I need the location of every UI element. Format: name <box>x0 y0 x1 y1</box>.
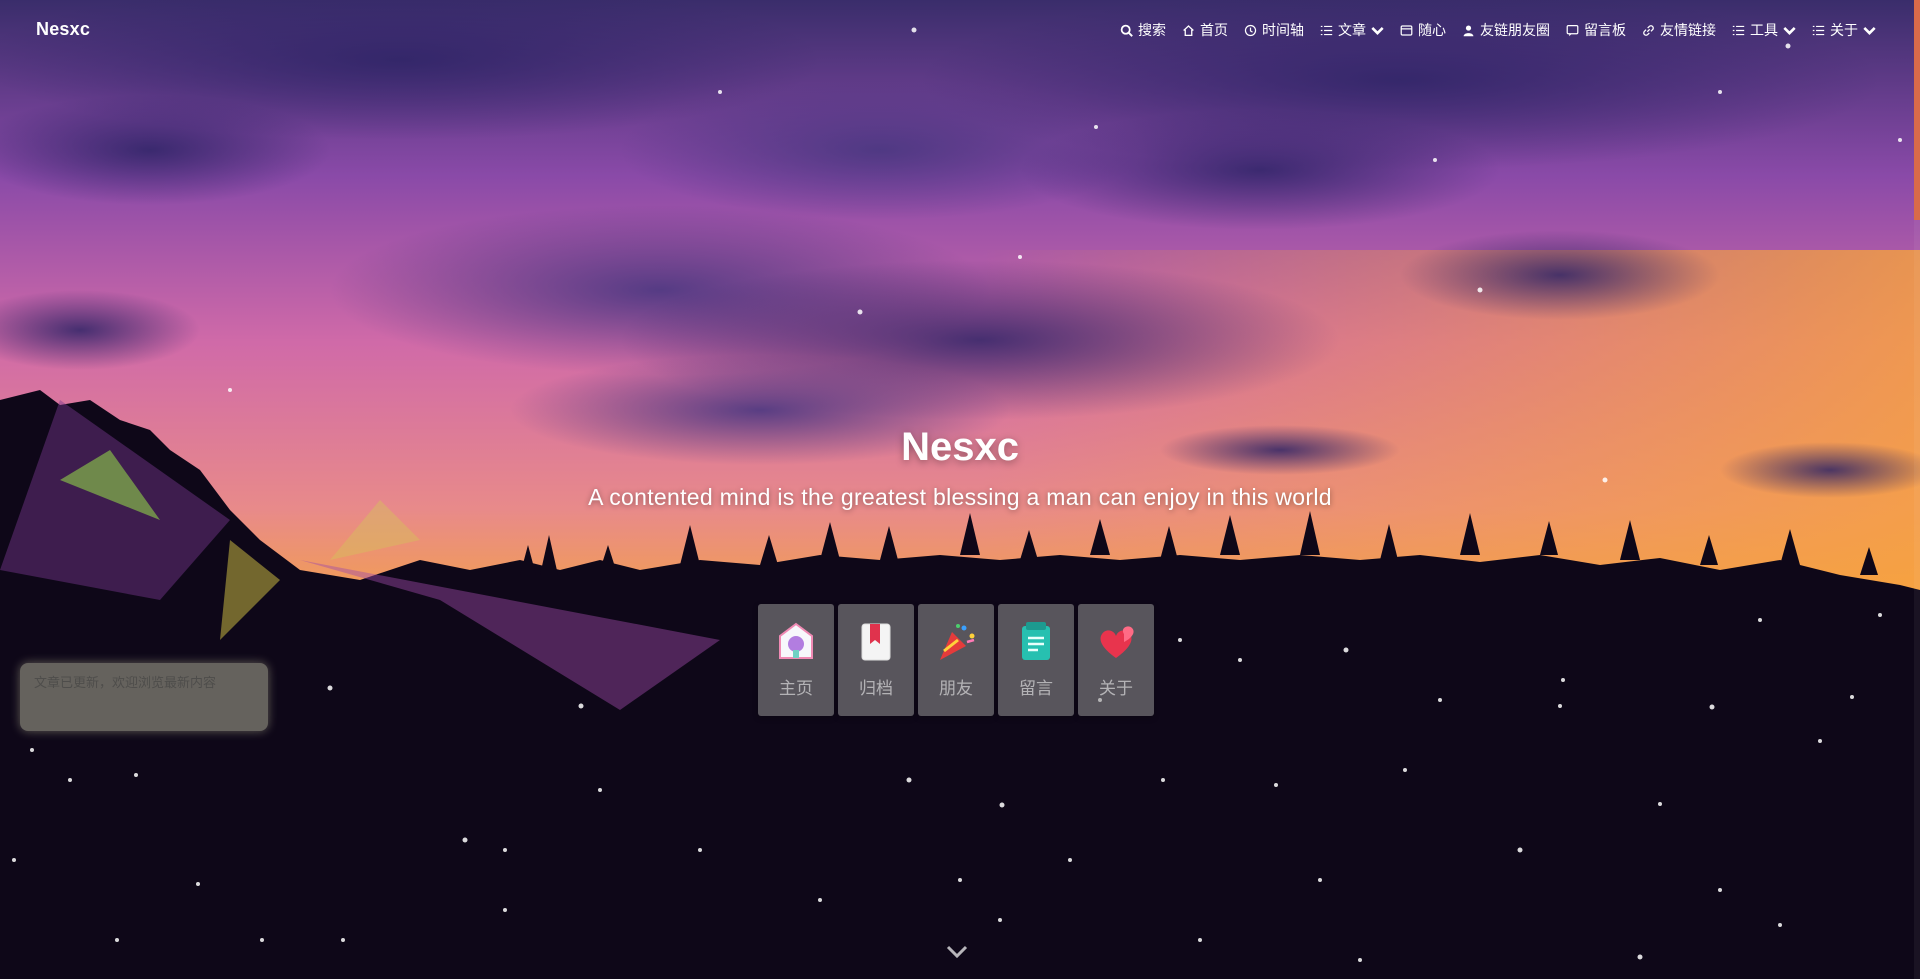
nav-about-label: 关于 <box>1830 22 1858 38</box>
quick-link-home-label: 主页 <box>779 679 813 698</box>
nav-moments[interactable]: 随心 <box>1400 20 1446 40</box>
quick-link-archive-label: 归档 <box>859 679 893 698</box>
nav-search-label: 搜索 <box>1138 22 1166 38</box>
nav-links[interactable]: 友情链接 <box>1642 20 1716 40</box>
quick-link-archive[interactable]: 归档 <box>838 604 914 716</box>
home-badge-icon <box>779 622 813 659</box>
hero-subtitle: A contented mind is the greatest blessin… <box>588 484 1332 510</box>
user-icon <box>1463 24 1474 36</box>
nav-menu: 搜索 首页 时间轴 文章 随心 友链朋友圈 留言板 友情链接 工具 关于 <box>1120 20 1876 40</box>
nav-guestbook-label: 留言板 <box>1584 22 1626 38</box>
nav-guestbook[interactable]: 留言板 <box>1566 20 1626 40</box>
list-icon <box>1812 25 1825 35</box>
toast-text: 文章已更新，欢迎浏览最新内容 <box>34 675 217 690</box>
quick-link-friends[interactable]: 朋友 <box>918 604 994 716</box>
nav-tools[interactable]: 工具 <box>1732 20 1796 40</box>
scroll-down-icon[interactable] <box>945 944 969 960</box>
site-brand[interactable]: Nesxc <box>36 19 90 40</box>
quick-link-home[interactable]: 主页 <box>758 604 834 716</box>
notification-toast[interactable]: 文章已更新，欢迎浏览最新内容 <box>20 663 268 731</box>
message-icon <box>1566 24 1579 36</box>
list-icon <box>1732 25 1745 35</box>
search-icon <box>1120 24 1133 37</box>
quick-link-message[interactable]: 留言 <box>998 604 1074 716</box>
link-icon <box>1643 24 1654 36</box>
party-popper-icon <box>940 624 975 660</box>
chevron-down-icon <box>1783 26 1796 35</box>
nav-about[interactable]: 关于 <box>1812 20 1876 40</box>
quick-link-friends-label: 朋友 <box>939 679 973 698</box>
nav-links-label: 友情链接 <box>1660 22 1716 38</box>
nav-friend-circle-label: 友链朋友圈 <box>1480 22 1550 38</box>
nav-home[interactable]: 首页 <box>1182 20 1228 40</box>
clock-icon <box>1244 24 1257 36</box>
hearts-icon <box>1100 626 1134 658</box>
bookmark-icon <box>861 623 891 661</box>
top-navigation: Nesxc 搜索 首页 时间轴 文章 随心 友链朋友圈 留言板 友情链接 工具 … <box>0 0 1920 60</box>
quick-links: 主页 归档 朋友 留言 关于 <box>758 604 1154 716</box>
quick-link-about[interactable]: 关于 <box>1078 604 1154 716</box>
nav-timeline[interactable]: 时间轴 <box>1244 20 1304 40</box>
nav-home-label: 首页 <box>1200 22 1228 38</box>
notes-icon <box>1022 622 1050 660</box>
nav-moments-label: 随心 <box>1418 22 1446 38</box>
card-icon <box>1400 24 1413 36</box>
quick-link-message-label: 留言 <box>1019 679 1053 698</box>
nav-search[interactable]: 搜索 <box>1120 20 1166 40</box>
nav-articles-label: 文章 <box>1338 22 1366 38</box>
nav-timeline-label: 时间轴 <box>1262 22 1304 38</box>
nav-articles[interactable]: 文章 <box>1320 20 1384 40</box>
quick-link-about-label: 关于 <box>1099 679 1133 698</box>
home-icon <box>1183 24 1194 36</box>
nav-tools-label: 工具 <box>1750 22 1778 38</box>
chevron-down-icon <box>1863 26 1876 35</box>
chevron-down-icon <box>1371 26 1384 35</box>
list-icon <box>1320 25 1333 35</box>
nav-friend-circle[interactable]: 友链朋友圈 <box>1462 20 1550 40</box>
hero-title: Nesxc <box>901 425 1019 469</box>
